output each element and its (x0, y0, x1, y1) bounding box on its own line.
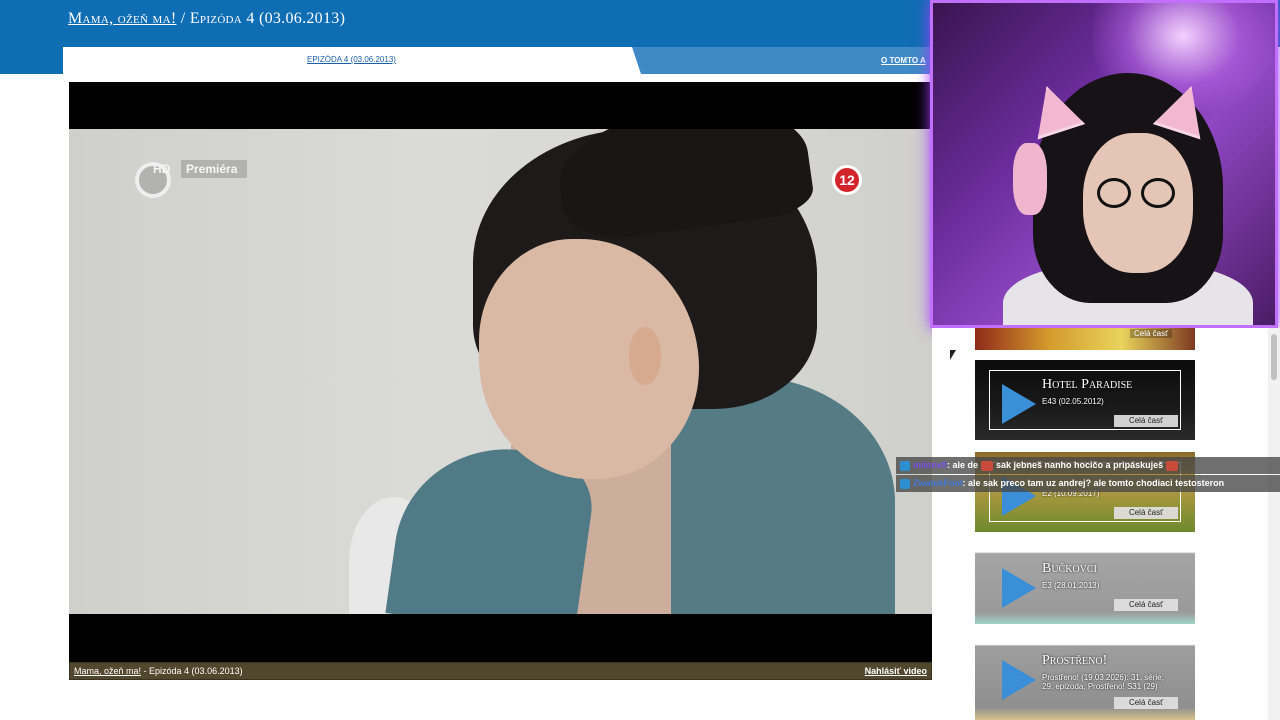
premiere-box: Premiéra (181, 160, 247, 178)
title-separator: / (176, 10, 190, 27)
video-caption-episode: - Epizóda 4 (03.06.2013) (141, 666, 243, 676)
sidebar-scrollbar-thumb[interactable] (1271, 334, 1277, 380)
sidebar-item-episode: E43 (02.05.2012) (1042, 397, 1104, 406)
sidebar-item-episode: E3 (28.01.2013) (1042, 581, 1100, 590)
sidebar-item-partial[interactable]: Celá časť (975, 328, 1195, 350)
sidebar-item-name: Bučkovci (1042, 561, 1097, 576)
tab-episode[interactable]: EPIZÓDA 4 (03.06.2013) (63, 47, 640, 74)
tab-about-label[interactable]: O TOMTO A (881, 56, 926, 65)
mouse-cursor-icon (950, 350, 956, 360)
play-icon[interactable] (1002, 384, 1036, 424)
play-icon[interactable] (1002, 660, 1036, 700)
chat-badge-icon (900, 460, 910, 471)
glasses-right-icon (1141, 178, 1175, 208)
chat-emote-icon (1166, 460, 1179, 471)
chat-badge-icon (900, 478, 910, 489)
sidebar-item-prostreno[interactable]: Prostřeno! Prostřeno! (19.03.2026): 31. … (975, 636, 1195, 720)
premiere-label: Premiéra (186, 162, 238, 176)
sidebar-item-partial-full[interactable]: Celá časť (1130, 329, 1173, 338)
video-caption: Mama, ožeň ma! - Epizóda 4 (03.06.2013) (74, 666, 243, 676)
webcam-face (1083, 133, 1193, 273)
full-episode-button[interactable]: Celá časť (1114, 697, 1178, 709)
sidebar-item-episode: Prostřeno! (19.03.2026): 31. série, 29. … (1042, 673, 1164, 691)
channel-logo: HD Premiéra (135, 160, 247, 198)
header-bar-drop (0, 47, 63, 74)
chat-text: : ale sak preco tam uz andrej? ale tomto… (962, 478, 1225, 488)
episode-title: Epizóda 4 (03.06.2013) (189, 10, 346, 27)
full-episode-button[interactable]: Celá časť (1114, 507, 1178, 519)
video-player[interactable]: HD Premiéra 12 (69, 82, 932, 662)
page: Mama, ožeň ma! / Epizóda 4 (03.06.2013) … (0, 0, 1280, 720)
report-video-link[interactable]: Nahlásiť video (865, 666, 927, 676)
person-ear (629, 327, 661, 385)
video-person (349, 129, 932, 614)
play-icon[interactable] (1002, 568, 1036, 608)
chat-username: milonx0 (913, 460, 948, 470)
sidebar-card[interactable]: Bučkovci E3 (28.01.2013) Celá časť (989, 554, 1181, 614)
video-frame: HD Premiéra 12 (69, 129, 932, 614)
hd-label: HD (153, 162, 171, 176)
chat-message: ZwatekFool: ale sak preco tam uz andrej?… (896, 475, 1280, 492)
sidebar-item-buckovci[interactable]: Bučkovci E3 (28.01.2013) Celá časť (975, 544, 1195, 624)
chat-emote-icon (981, 460, 994, 471)
full-episode-button[interactable]: Celá časť (1114, 599, 1178, 611)
chat-username: ZwatekFool (913, 478, 963, 488)
tab-episode-label[interactable]: EPIZÓDA 4 (03.06.2013) (307, 55, 396, 64)
chat-message: milonx0: ale de sak jebneš nanho hocičo a… (896, 457, 1280, 474)
sidebar-scrollbar[interactable] (1268, 328, 1280, 720)
tab-about[interactable]: O TOMTO A (632, 47, 932, 74)
sidebar-item-hotel-paradise[interactable]: Hotel Paradise E43 (02.05.2012) Celá čas… (975, 360, 1195, 440)
related-shows-sidebar: Celá časť Hotel Paradise E43 (02.05.2012… (932, 328, 1280, 720)
video-caption-bar: Mama, ožeň ma! - Epizóda 4 (03.06.2013) … (69, 662, 932, 680)
page-title: Mama, ožeň ma! / Epizóda 4 (03.06.2013) (68, 10, 345, 28)
webcam-overlay (930, 0, 1278, 328)
chat-text-continued: sak jebneš nanho hocičo a pripáskuješ (996, 460, 1164, 470)
chat-text: : ale de (947, 460, 979, 470)
sidebar-item-name: Prostřeno! (1042, 653, 1108, 668)
headphone-icon (1013, 143, 1047, 215)
video-caption-show-link[interactable]: Mama, ožeň ma! (74, 666, 141, 676)
sidebar-card[interactable]: Hotel Paradise E43 (02.05.2012) Celá čas… (989, 370, 1181, 430)
webcam-person (993, 63, 1263, 325)
full-episode-button[interactable]: Celá časť (1114, 415, 1178, 427)
show-title-link[interactable]: Mama, ožeň ma! (68, 10, 176, 27)
glasses-left-icon (1097, 178, 1131, 208)
sidebar-card[interactable]: Prostřeno! Prostřeno! (19.03.2026): 31. … (989, 646, 1181, 709)
sidebar-item-name: Hotel Paradise (1042, 377, 1133, 392)
